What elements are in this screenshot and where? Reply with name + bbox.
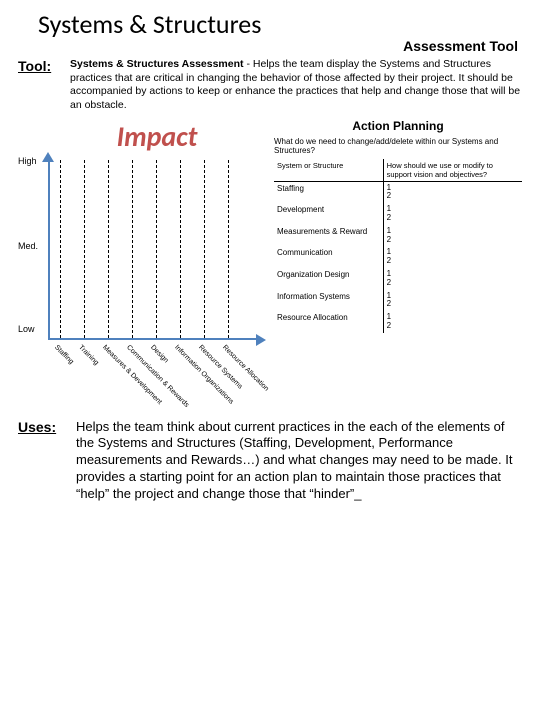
row-nums: 1 2 xyxy=(383,268,522,290)
row-label: Organization Design xyxy=(274,268,383,290)
ylabel-med: Med. xyxy=(18,241,38,251)
tool-desc-bold: Systems & Structures Assessment xyxy=(70,58,244,70)
subtitle: Assessment Tool xyxy=(18,38,518,54)
xlabel: Resource Allocation xyxy=(221,344,270,393)
xlabel: Resource Systems xyxy=(197,344,243,390)
table-row: Information Systems1 2 xyxy=(274,290,522,312)
table-row: Organization Design1 2 xyxy=(274,268,522,290)
impact-chart: Impact High Med. Low Staffing Training M… xyxy=(18,119,266,391)
table-row: Measurements & Reward1 2 xyxy=(274,225,522,247)
row-nums: 1 2 xyxy=(383,246,522,268)
row-nums: 1 2 xyxy=(383,203,522,225)
table-row: Communication1 2 xyxy=(274,246,522,268)
ylabel-low: Low xyxy=(18,324,35,334)
row-label: Measurements & Reward xyxy=(274,225,383,247)
action-planning-pane: Action Planning What do we need to chang… xyxy=(274,119,522,391)
action-title: Action Planning xyxy=(274,119,522,133)
impact-heading: Impact xyxy=(48,119,266,154)
row-label: Staffing xyxy=(274,181,383,203)
plot-area xyxy=(48,160,258,340)
uses-label: Uses: xyxy=(18,419,70,503)
action-table: System or Structure How should we use or… xyxy=(274,159,522,333)
row-nums: 1 2 xyxy=(383,225,522,247)
tool-label: Tool: xyxy=(18,58,70,113)
ylabel-high: High xyxy=(18,156,37,166)
action-col2: How should we use or modify to support v… xyxy=(383,159,522,182)
row-nums: 1 2 xyxy=(383,290,522,312)
row-label: Communication xyxy=(274,246,383,268)
page-title: Systems & Structures xyxy=(38,8,522,40)
table-row: Resource Allocation1 2 xyxy=(274,311,522,333)
table-row: Staffing1 2 xyxy=(274,181,522,203)
row-nums: 1 2 xyxy=(383,311,522,333)
action-col1: System or Structure xyxy=(274,159,383,182)
row-label: Resource Allocation xyxy=(274,311,383,333)
action-question: What do we need to change/add/delete wit… xyxy=(274,137,522,155)
row-nums: 1 2 xyxy=(383,181,522,203)
table-row: Development1 2 xyxy=(274,203,522,225)
xaxis-labels: Staffing Training Measures & Development… xyxy=(48,344,258,392)
xlabel: Design xyxy=(149,344,169,364)
xlabel: Staffing xyxy=(53,344,75,366)
uses-text: Helps the team think about current pract… xyxy=(76,419,522,503)
row-label: Information Systems xyxy=(274,290,383,312)
tool-description: Systems & Structures Assessment - Helps … xyxy=(70,58,522,113)
row-label: Development xyxy=(274,203,383,225)
xlabel: Training xyxy=(77,344,100,367)
